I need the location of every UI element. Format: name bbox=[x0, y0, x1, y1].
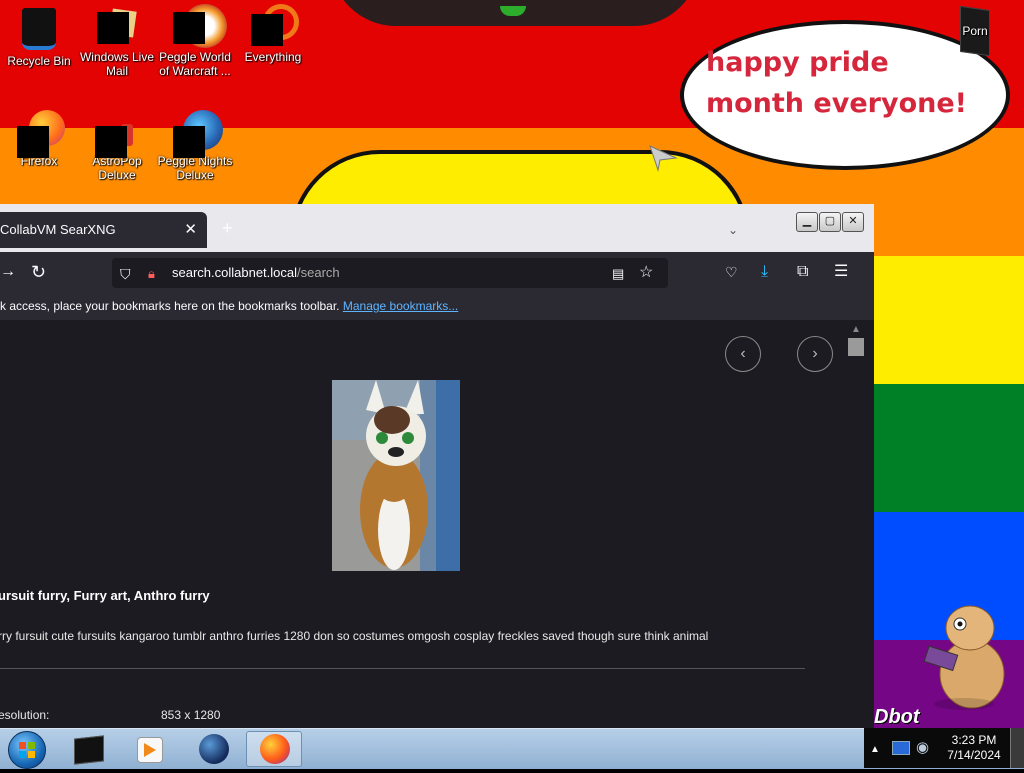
tab-searxng[interactable]: CollabVM SearXNG ✕ bbox=[0, 212, 207, 248]
tab-title: CollabVM SearXNG bbox=[0, 222, 116, 237]
nav-toolbar: → ↻ ⛉ 🔒︎ search.collabnet.local/search ▤… bbox=[0, 252, 874, 292]
everything-icon bbox=[251, 14, 283, 46]
terminal-icon bbox=[74, 735, 104, 765]
scrollbar[interactable] bbox=[866, 320, 874, 729]
taskbar-item-globe[interactable] bbox=[186, 731, 242, 767]
previous-image-button[interactable]: ‹ bbox=[725, 336, 761, 372]
desktop-icon-windows-live-mail[interactable]: Windows Live Mail bbox=[78, 8, 156, 78]
list-all-tabs-icon[interactable]: ⌄ bbox=[728, 222, 738, 238]
clock-time: 3:23 PM bbox=[951, 733, 997, 747]
tab-strip: CollabVM SearXNG ✕ + ⌄ ▁ ▢ ✕ bbox=[0, 204, 874, 253]
taskbar-clock[interactable]: 3:23 PM 7/14/2024 bbox=[936, 733, 1012, 763]
hamster-reading-icon bbox=[923, 605, 1005, 710]
reader-view-icon[interactable]: ▤ bbox=[612, 266, 624, 282]
astropop-icon bbox=[95, 126, 127, 158]
windows-logo-icon bbox=[19, 742, 35, 758]
taskbar-item-cmd[interactable] bbox=[60, 731, 116, 767]
desktop-icon-label: Peggle Nights Deluxe bbox=[157, 154, 233, 182]
paper-plane-icon bbox=[649, 145, 678, 172]
forward-arrow-icon[interactable]: → bbox=[0, 264, 16, 280]
url-text[interactable]: search.collabnet.local/search bbox=[172, 265, 340, 280]
desktop-icon-porn-folder[interactable]: Porn bbox=[936, 5, 1014, 72]
desktop-icon-recycle-bin[interactable]: Recycle Bin bbox=[0, 8, 78, 68]
taskbar-item-media-player[interactable] bbox=[122, 731, 178, 767]
manage-bookmarks-link[interactable]: Manage bookmarks... bbox=[343, 299, 458, 313]
close-window-button[interactable]: ✕ bbox=[842, 212, 864, 232]
resolution-label: esolution: bbox=[0, 708, 50, 722]
recycle-bin-icon bbox=[22, 8, 56, 50]
result-description: rry fursuit cute fursuits kangaroo tumbl… bbox=[0, 629, 709, 643]
desktop-icon-astropop[interactable]: AstroPop Deluxe bbox=[78, 112, 156, 182]
scroll-thumb[interactable] bbox=[848, 338, 864, 356]
taskbar-item-firefox[interactable] bbox=[246, 731, 302, 767]
desktop-icon-label: Windows Live Mail bbox=[79, 50, 155, 78]
result-image[interactable] bbox=[332, 380, 460, 571]
scroll-up-icon[interactable]: ▲ bbox=[851, 322, 861, 338]
desktop-icon-firefox[interactable]: Firefox bbox=[0, 110, 78, 168]
maximize-button[interactable]: ▢ bbox=[819, 212, 841, 232]
result-title[interactable]: ursuit furry, Furry art, Anthro furry bbox=[0, 588, 210, 603]
desktop-icon-label: Everything bbox=[244, 50, 302, 64]
peggle-nights-icon bbox=[173, 126, 205, 158]
media-player-icon bbox=[137, 737, 163, 763]
next-image-button[interactable]: › bbox=[797, 336, 833, 372]
desktop-icon-peggle-nights[interactable]: Peggle Nights Deluxe bbox=[156, 110, 234, 182]
windows-live-mail-icon bbox=[97, 12, 129, 44]
menu-icon[interactable]: ☰ bbox=[834, 264, 848, 280]
shield-icon[interactable]: ⛉ bbox=[120, 266, 131, 282]
desktop-icon-peggle-wow[interactable]: Peggle World of Warcraft ... bbox=[156, 4, 234, 78]
bookmarks-hint-text: k access, place your bookmarks here on t… bbox=[0, 299, 340, 313]
desktop-icon-label: Peggle World of Warcraft ... bbox=[159, 50, 231, 78]
bookmark-star-icon[interactable]: ☆ bbox=[639, 265, 653, 281]
url-bar[interactable]: ⛉ 🔒︎ search.collabnet.local/search ▤ ☆ bbox=[112, 258, 668, 288]
network-icon[interactable] bbox=[892, 741, 910, 755]
resolution-value: 853 x 1280 bbox=[161, 708, 221, 722]
lock-warning-icon[interactable]: 🔒︎ bbox=[148, 266, 155, 282]
show-desktop-button[interactable] bbox=[1010, 728, 1024, 768]
bookmarks-toolbar: k access, place your bookmarks here on t… bbox=[0, 292, 874, 320]
extensions-icon[interactable]: ⧉ bbox=[797, 264, 808, 280]
start-button[interactable] bbox=[8, 731, 46, 769]
firefox-icon bbox=[260, 734, 290, 764]
downloads-icon[interactable]: ⤓ bbox=[761, 264, 768, 280]
reload-icon[interactable]: ↻ bbox=[31, 263, 46, 281]
desktop-icon-label: AstroPop Deluxe bbox=[92, 154, 142, 182]
desktop-icon-label: Recycle Bin bbox=[7, 54, 71, 68]
divider bbox=[0, 668, 805, 669]
tab-close-icon[interactable]: ✕ bbox=[184, 212, 197, 248]
minimize-button[interactable]: ▁ bbox=[796, 212, 818, 232]
desktop-icon-everything[interactable]: Everything bbox=[234, 4, 312, 64]
desktop-icon-label: Porn bbox=[962, 24, 988, 38]
fursuit-photo bbox=[332, 380, 460, 571]
globe-icon bbox=[199, 734, 229, 764]
new-tab-icon[interactable]: + bbox=[222, 218, 233, 239]
peggle-wow-icon bbox=[173, 12, 205, 44]
show-hidden-icons-icon[interactable]: ▲ bbox=[870, 742, 880, 758]
pocket-icon[interactable]: ♡ bbox=[725, 264, 738, 280]
clock-date: 7/14/2024 bbox=[947, 748, 1001, 762]
wallpaper-bottom-text: Dbot bbox=[874, 706, 920, 728]
volume-icon[interactable]: ◉ bbox=[916, 740, 929, 756]
firefox-icon bbox=[17, 126, 49, 158]
